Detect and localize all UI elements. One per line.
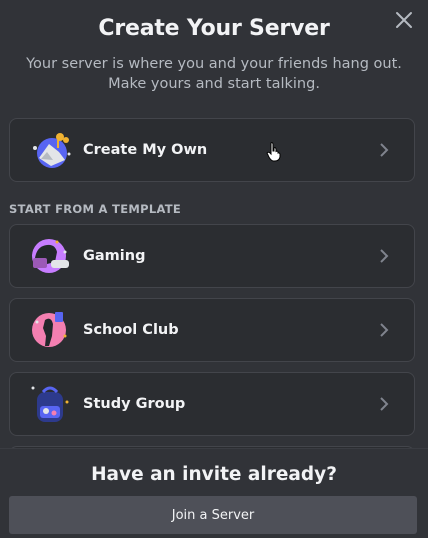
modal-subtitle: Your server is where you and your friend… [26,56,402,92]
invite-heading: Have an invite already? [91,464,337,485]
create-my-own-option[interactable]: Create My Own [9,118,415,182]
modal-footer: Have an invite already? Join a Server [0,448,428,538]
chevron-right-icon [372,318,396,342]
chevron-right-icon [372,138,396,162]
template-section-heading: START FROM A TEMPLATE [9,202,182,216]
join-server-button[interactable]: Join a Server [9,496,417,534]
modal-title: Create Your Server [98,16,330,41]
school-club-art-icon [27,306,75,354]
create-my-own-label: Create My Own [83,142,208,158]
template-school-club-option[interactable]: School Club [9,298,415,362]
template-study-group-option[interactable]: Study Group [9,372,415,436]
gaming-label: Gaming [83,248,146,264]
study-group-label: Study Group [83,396,186,412]
school-club-label: School Club [83,322,179,338]
options-list[interactable]: Create My Own START FROM A TEMPLATE Gami… [0,118,428,448]
create-own-art-icon [27,126,75,174]
gaming-art-icon [27,232,75,280]
chevron-right-icon [372,392,396,416]
template-gaming-option[interactable]: Gaming [9,224,415,288]
footer-divider [0,448,428,449]
chevron-right-icon [372,244,396,268]
hand-cursor-icon [266,142,282,162]
create-server-modal: Create Your Server Your server is where … [0,0,428,538]
study-group-art-icon [27,380,75,428]
